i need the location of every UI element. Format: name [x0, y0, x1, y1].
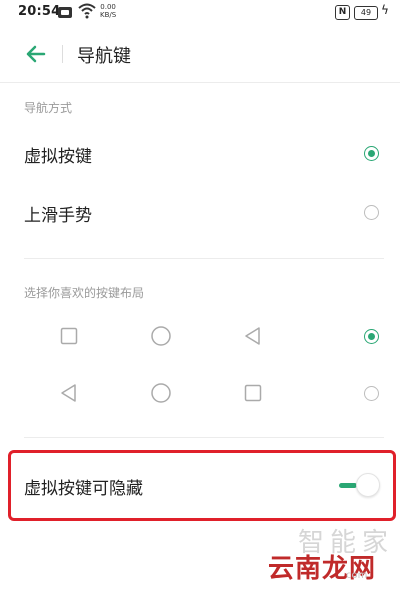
radio-layout-2[interactable]	[364, 386, 379, 401]
section-label-nav-method: 导航方式	[24, 101, 73, 115]
toggle-track	[339, 483, 357, 488]
radio-virtual-keys[interactable]	[364, 146, 379, 161]
option-label: 上滑手势	[24, 206, 92, 226]
option-swipe-gesture[interactable]: 上滑手势	[0, 188, 400, 238]
section-divider	[24, 437, 384, 438]
network-speed: 0.00 KB/S	[100, 3, 116, 19]
page-title: 导航键	[77, 46, 131, 67]
triangle-left-icon	[58, 382, 80, 404]
header: 导航键	[0, 34, 400, 74]
circle-icon	[150, 382, 172, 404]
battery-icon: 49	[354, 6, 378, 20]
layout-option-2[interactable]	[0, 368, 400, 418]
arrow-left-icon[interactable]	[22, 40, 50, 68]
network-speed-value: 0.00	[100, 3, 116, 11]
radio-swipe-gesture[interactable]	[364, 205, 379, 220]
header-divider-line	[0, 82, 400, 83]
triangle-left-icon	[242, 325, 264, 347]
header-divider	[62, 45, 63, 63]
square-icon	[242, 382, 264, 404]
message-icon	[58, 7, 72, 18]
option-virtual-keys[interactable]: 虚拟按键	[0, 129, 400, 179]
square-icon	[58, 325, 80, 347]
wifi-icon	[78, 3, 96, 23]
toggle-knob	[356, 473, 380, 497]
radio-layout-1[interactable]	[364, 329, 379, 344]
circle-icon	[150, 325, 172, 347]
nfc-icon: N	[335, 5, 350, 20]
option-label: 虚拟按键	[24, 147, 92, 167]
watermark-sub: com	[346, 570, 368, 581]
status-bar: 20:54 0.00 KB/S N 49 ϟ	[0, 0, 400, 28]
layout-option-1[interactable]	[0, 311, 400, 361]
hide-toggle-switch[interactable]	[336, 471, 382, 501]
hide-toggle-label: 虚拟按键可隐藏	[24, 479, 143, 499]
section-label-layout: 选择你喜欢的按键布局	[24, 286, 145, 300]
section-divider	[24, 258, 384, 259]
charging-icon: ϟ	[381, 3, 389, 17]
status-time: 20:54	[18, 4, 61, 19]
network-speed-unit: KB/S	[100, 11, 117, 19]
